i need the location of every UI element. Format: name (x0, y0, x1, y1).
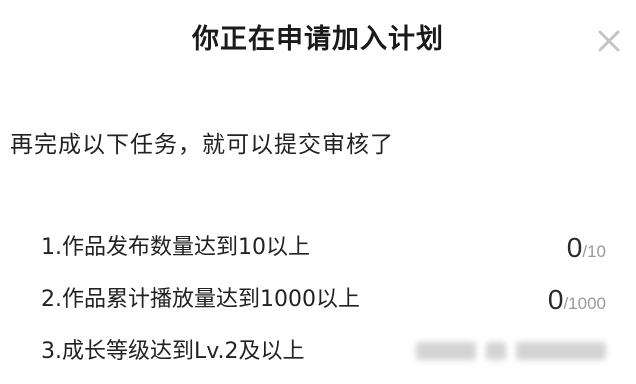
blurred-watermark (416, 338, 606, 362)
task-item-publish-count: 1.作品发布数量达到10以上 0/10 (0, 228, 636, 280)
task-item-play-count: 2.作品累计播放量达到1000以上 0/1000 (0, 280, 636, 332)
apply-plan-dialog: 你正在申请加入计划 再完成以下任务，就可以提交审核了 1.作品发布数量达到10以… (0, 0, 636, 371)
task-label: 2.作品累计播放量达到1000以上 (41, 287, 360, 312)
task-progress: 0/10 (567, 228, 606, 272)
task-label: 1.作品发布数量达到10以上 (41, 235, 310, 260)
task-progress: 0/1000 (548, 280, 606, 324)
close-icon (598, 30, 620, 52)
progress-current: 0 (566, 232, 583, 263)
close-button[interactable] (594, 26, 624, 56)
progress-current: 0 (547, 284, 564, 315)
dialog-subtitle: 再完成以下任务，就可以提交审核了 (10, 132, 394, 158)
task-item-growth-level: 3.成长等级达到Lv.2及以上 (0, 332, 636, 384)
task-list: 1.作品发布数量达到10以上 0/10 2.作品累计播放量达到1000以上 0/… (0, 228, 636, 384)
dialog-title: 你正在申请加入计划 (192, 24, 444, 55)
progress-total: 10 (587, 242, 606, 261)
progress-total: 1000 (568, 294, 606, 313)
task-label: 3.成长等级达到Lv.2及以上 (41, 339, 305, 364)
